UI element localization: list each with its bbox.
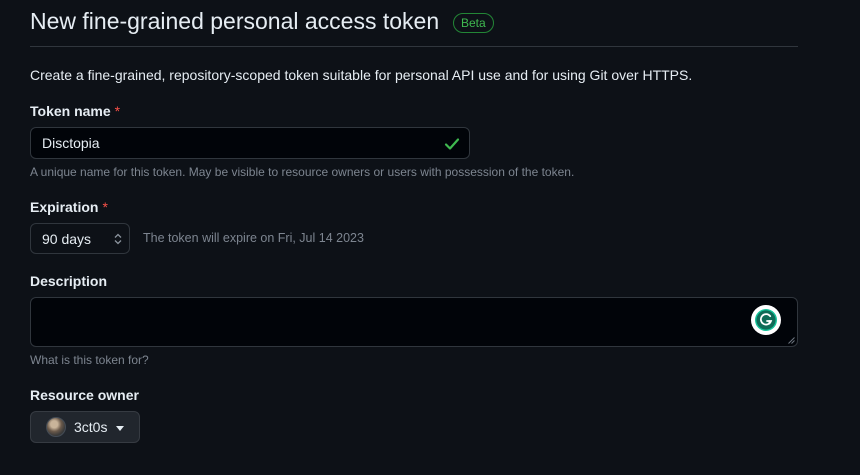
resource-owner-label: Resource owner [30,387,139,403]
description-textarea[interactable] [30,297,798,347]
token-name-hint: A unique name for this token. May be vis… [30,165,575,179]
new-token-page: New fine-grained personal access token B… [0,0,860,475]
beta-badge: Beta [453,13,494,33]
token-name-label-text: Token name [30,103,111,119]
token-name-label: Token name * [30,103,120,119]
expiration-label-text: Expiration [30,199,99,215]
page-title: New fine-grained personal access token [30,8,440,34]
expiration-label: Expiration * [30,199,108,215]
required-mark: * [114,103,121,119]
intro-text: Create a fine-grained, repository-scoped… [30,67,693,83]
grammarly-glyph-icon [755,309,777,331]
page-header: New fine-grained personal access token B… [30,0,798,47]
description-label: Description [30,273,108,289]
expiration-note: The token will expire on Fri, Jul 14 202… [143,231,364,245]
grammarly-icon[interactable] [751,305,781,335]
caret-down-icon [116,426,124,431]
expiration-value: 90 days [42,231,92,247]
token-name-value: Disctopia [42,135,100,151]
resize-grip-icon[interactable] [788,337,795,344]
select-arrows-icon [114,233,122,245]
avatar [46,417,66,437]
token-name-input[interactable]: Disctopia [30,127,470,159]
required-mark: * [102,199,108,215]
resource-owner-dropdown[interactable]: 3ct0s [30,411,140,443]
description-hint: What is this token for? [30,353,149,367]
check-icon [444,138,460,150]
expiration-select[interactable]: 90 days [30,223,130,254]
resource-owner-value: 3ct0s [74,419,108,435]
